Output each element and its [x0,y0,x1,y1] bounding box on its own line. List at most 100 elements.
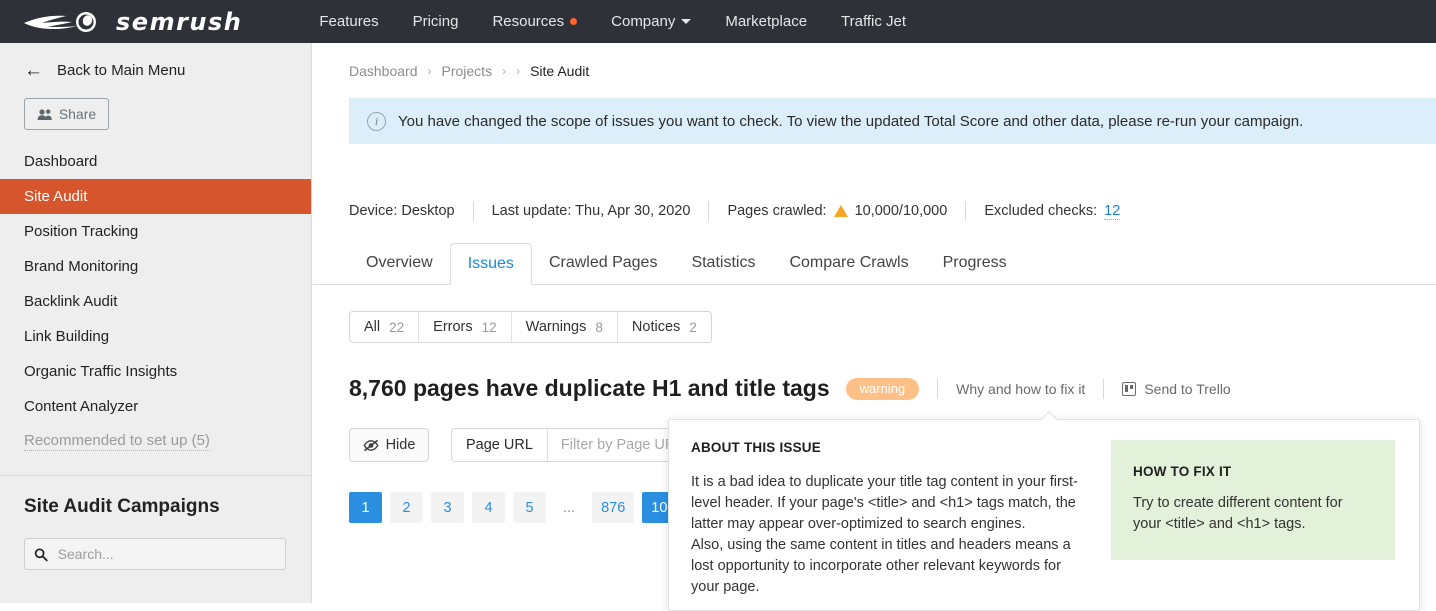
pagination-page-4[interactable]: 4 [472,492,505,523]
nav-item-company[interactable]: Company [594,0,708,43]
sidebar-item-label: Backlink Audit [24,293,118,310]
people-icon [37,108,52,120]
filter-field-selector[interactable]: Page URL [452,429,548,461]
nav-item-features[interactable]: Features [302,0,395,43]
issue-filter-group: All 22 Errors 12 Warnings 8 Notices 2 [349,311,712,343]
pagination-page-3[interactable]: 3 [431,492,464,523]
trello-link-label: Send to Trello [1144,380,1231,397]
nav-item-traffic-jet[interactable]: Traffic Jet [824,0,923,43]
filter-label: All [364,319,381,335]
filter-count: 8 [595,319,603,335]
back-to-main-menu-link[interactable]: ← Back to Main Menu [0,43,311,80]
warning-triangle-icon [833,205,848,217]
popover-arrow [1040,411,1057,420]
send-to-trello-button[interactable]: Send to Trello [1122,380,1231,397]
nav-item-label: Traffic Jet [841,13,907,30]
tab-issues[interactable]: Issues [449,243,532,285]
excluded-checks-status: Excluded checks: 12 [966,203,1138,220]
sidebar-item-brand-monitoring[interactable]: Brand Monitoring [0,249,311,284]
how-to-fix-it-section: HOW TO FIX IT Try to create different co… [1111,440,1395,560]
filter-warnings[interactable]: Warnings 8 [511,312,618,342]
back-link-label: Back to Main Menu [57,62,186,79]
notice-text: You have changed the scope of issues you… [398,112,1304,130]
pages-crawled-status: Pages crawled: 10,000/10,000 [709,203,965,219]
tab-label: Issues [467,255,514,272]
pagination-page-1[interactable]: 1 [349,492,382,523]
how-to-fix-it-heading: HOW TO FIX IT [1133,464,1232,479]
campaign-search-input[interactable] [55,545,276,563]
sidebar-menu: Dashboard Site Audit Position Tracking B… [0,144,311,459]
site-audit-campaigns-title: Site Audit Campaigns [24,496,220,517]
device-label: Device: Desktop [349,203,455,219]
filter-all[interactable]: All 22 [350,312,420,342]
tab-label: Progress [942,254,1007,271]
issue-header: 8,760 pages have duplicate H1 and title … [349,375,1436,402]
pagination-page-2[interactable]: 2 [390,492,423,523]
sidebar: ← Back to Main Menu Share Dashboard Site… [0,43,312,603]
sidebar-item-label: Dashboard [24,153,98,170]
breadcrumb-current: Site Audit [530,63,590,79]
about-this-issue-popover: ABOUT THIS ISSUE It is a bad idea to dup… [668,419,1420,611]
nav-item-marketplace[interactable]: Marketplace [708,0,824,43]
share-button[interactable]: Share [24,98,109,130]
sidebar-divider [0,475,311,476]
how-to-fix-it-text: Try to create different content for your… [1133,495,1343,532]
tab-overview[interactable]: Overview [349,242,450,284]
tab-compare-crawls[interactable]: Compare Crawls [772,242,925,284]
search-icon [34,547,48,561]
sidebar-item-dashboard[interactable]: Dashboard [0,144,311,179]
nav-item-label: Pricing [412,13,459,30]
sidebar-item-organic-traffic-insights[interactable]: Organic Traffic Insights [0,354,311,389]
tab-label: Statistics [691,254,756,271]
sidebar-item-recommended-to-set-up[interactable]: Recommended to set up (5) [0,424,311,459]
why-and-how-to-fix-it-link[interactable]: Why and how to fix it [956,381,1085,397]
tab-label: Overview [366,254,433,271]
tab-progress[interactable]: Progress [926,242,1024,284]
sidebar-item-site-audit[interactable]: Site Audit [0,179,311,214]
campaign-search-box[interactable] [24,538,286,570]
breadcrumb-item-dashboard[interactable]: Dashboard [349,63,418,79]
pagination-page-876[interactable]: 876 [592,492,635,523]
sidebar-item-label: Brand Monitoring [24,258,139,275]
arrow-left-icon: ← [24,60,43,81]
filter-notices[interactable]: Notices 2 [617,312,711,342]
sidebar-item-link-building[interactable]: Link Building [0,319,311,354]
about-this-issue-paragraph-2: Also, using the same content in titles a… [691,537,1071,595]
nav-item-pricing[interactable]: Pricing [396,0,476,43]
header-divider [1103,378,1105,399]
sidebar-item-content-analyzer[interactable]: Content Analyzer [0,389,311,424]
filter-errors[interactable]: Errors 12 [419,312,512,342]
last-update-status: Last update: Thu, Apr 30, 2020 [474,203,709,219]
scope-changed-notice: i You have changed the scope of issues y… [349,98,1436,144]
top-nav-items: Features Pricing Resources Company Marke… [302,0,923,43]
nav-item-resources[interactable]: Resources [475,0,594,43]
breadcrumb-item-projects[interactable]: Projects [442,63,493,79]
sidebar-item-backlink-audit[interactable]: Backlink Audit [0,284,311,319]
why-link-label: Why and how to fix it [956,380,1086,397]
hide-button[interactable]: Hide [349,428,429,462]
hide-button-label: Hide [385,437,416,453]
tab-statistics[interactable]: Statistics [674,242,772,284]
breadcrumb-separator-icon: › [516,64,521,78]
pagination-page-5[interactable]: 5 [513,492,546,523]
sidebar-item-position-tracking[interactable]: Position Tracking [0,214,311,249]
excluded-checks-value-link[interactable]: 12 [1104,203,1121,220]
tab-crawled-pages[interactable]: Crawled Pages [532,242,675,284]
sidebar-item-label: Recommended to set up (5) [24,432,210,451]
filter-label: Notices [631,319,681,335]
tab-label: Crawled Pages [548,254,658,271]
nav-item-label: Features [319,13,379,30]
sidebar-item-label: Organic Traffic Insights [24,363,178,380]
filter-label: Errors [433,319,473,335]
nav-item-label: Marketplace [725,13,808,30]
trello-icon [1122,381,1137,396]
filter-count: 12 [481,319,497,335]
nav-item-label: Resources [492,13,565,30]
breadcrumb: Dashboard › Projects › › Site Audit [313,43,1436,79]
about-this-issue-heading: ABOUT THIS ISSUE [691,440,821,455]
brand-logo[interactable]: semrush [22,0,242,43]
breadcrumb-separator-icon: › [502,64,507,78]
eye-slash-icon [363,439,379,451]
device-status: Device: Desktop [349,203,473,219]
sidebar-item-label: Position Tracking [24,223,139,240]
